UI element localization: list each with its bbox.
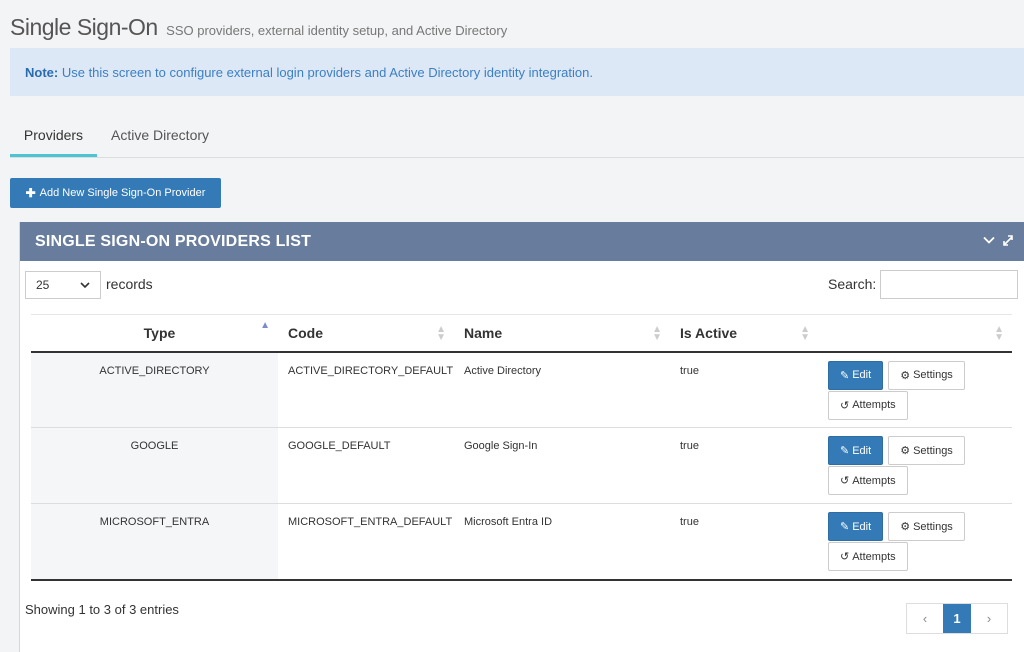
edit-icon: ✎ <box>840 369 850 382</box>
attempts-button[interactable]: ↺ Attempts <box>828 466 908 495</box>
page-header: Single Sign-On SSO providers, external i… <box>10 14 507 41</box>
sort-asc-icon: ▲ <box>260 320 270 331</box>
history-icon: ↺ <box>840 399 850 412</box>
note-banner: Note: Use this screen to configure exter… <box>10 48 1024 96</box>
panel-title: SINGLE SIGN-ON PROVIDERS LIST <box>35 233 312 250</box>
table-info: Showing 1 to 3 of 3 entries <box>25 602 179 617</box>
pagination-next[interactable]: › <box>971 604 1007 633</box>
column-header-code[interactable]: Code ▲ ▼ <box>278 314 454 353</box>
tab-providers-label: Providers <box>23 127 84 143</box>
sort-icon: ▲ ▼ <box>800 324 810 343</box>
edit-icon: ✎ <box>840 521 850 533</box>
gear-icon: ⚙ <box>900 521 911 533</box>
table-row: MICROSOFT_ENTRA MICROSOFT_ENTRA_DEFAULT … <box>31 503 1012 581</box>
table-row: GOOGLE GOOGLE_DEFAULT Google Sign-In tru… <box>31 427 1012 504</box>
plus-icon: ✚ <box>25 186 36 200</box>
edit-icon: ✎ <box>840 445 850 457</box>
gear-icon: ⚙ <box>900 369 911 382</box>
cell-code: MICROSOFT_ENTRA_DEFAULT <box>278 503 454 581</box>
cell-name: Google Sign-In <box>454 427 670 504</box>
edit-button[interactable]: ✎ Edit <box>828 436 884 465</box>
tab-active-directory[interactable]: Active Directory <box>111 118 209 157</box>
panel-header: SINGLE SIGN-ON PROVIDERS LIST <box>20 222 1024 261</box>
gear-icon: ⚙ <box>900 445 911 457</box>
column-is-active-label: Is Active <box>680 324 738 341</box>
settings-button[interactable]: ⚙ Settings <box>888 360 965 390</box>
column-header-is-active[interactable]: Is Active ▲ ▼ <box>670 314 818 353</box>
search-input[interactable] <box>880 270 1018 299</box>
cell-actions: ✎ Edit ⚙ Settings ↺ Attempts <box>818 427 1012 504</box>
column-header-name[interactable]: Name ▲ ▼ <box>454 314 670 353</box>
cell-code: GOOGLE_DEFAULT <box>278 427 454 504</box>
pagination: ‹ 1 › <box>906 603 1008 634</box>
column-name-label: Name <box>464 324 503 341</box>
collapse-icon[interactable] <box>982 233 996 247</box>
chevron-down-icon <box>80 282 90 289</box>
cell-actions: ✎ Edit ⚙ Settings ↺ Attempts <box>818 503 1012 581</box>
providers-panel: SINGLE SIGN-ON PROVIDERS LIST 25 records… <box>19 222 1024 652</box>
page-title: Single Sign-On <box>10 14 158 40</box>
tab-bar: Providers Active Directory <box>10 118 1024 158</box>
column-header-actions[interactable]: ▲ ▼ <box>818 314 1012 353</box>
page-subtitle: SSO providers, external identity setup, … <box>166 23 508 38</box>
add-provider-button[interactable]: ✚ Add New Single Sign-On Provider <box>10 178 221 208</box>
table-row: ACTIVE_DIRECTORY ACTIVE_DIRECTORY_DEFAUL… <box>31 351 1012 428</box>
note-text: Use this screen to configure external lo… <box>61 65 593 80</box>
page-length-value: 25 <box>36 278 50 292</box>
history-icon: ↺ <box>840 551 850 563</box>
cell-is-active: true <box>670 503 818 581</box>
edit-button[interactable]: ✎ Edit <box>828 360 884 390</box>
settings-button[interactable]: ⚙ Settings <box>888 436 965 465</box>
page-length-select[interactable]: 25 <box>25 271 101 299</box>
sort-icon: ▲ ▼ <box>436 324 446 343</box>
cell-type: MICROSOFT_ENTRA <box>31 503 278 581</box>
cell-code: ACTIVE_DIRECTORY_DEFAULT <box>278 351 454 428</box>
note-label: Note: <box>25 65 59 80</box>
edit-button[interactable]: ✎ Edit <box>828 512 884 541</box>
column-header-type[interactable]: Type ▲ <box>31 314 278 353</box>
column-code-label: Code <box>288 324 323 341</box>
cell-name: Active Directory <box>454 351 670 428</box>
tab-active-directory-label: Active Directory <box>111 127 210 143</box>
expand-icon[interactable] <box>1002 233 1014 247</box>
providers-table: Type ▲ Code ▲▼ Name ▲▼ Is Active ▲▼ ▲ <box>31 314 1012 581</box>
records-label: records <box>106 276 153 292</box>
pagination-page-1[interactable]: 1 <box>943 604 971 633</box>
search-label: Search: <box>828 276 877 292</box>
attempts-button[interactable]: ↺ Attempts <box>828 390 908 420</box>
cell-is-active: true <box>670 351 818 428</box>
table-header-row: Type ▲ Code ▲▼ Name ▲▼ Is Active ▲▼ ▲ <box>31 314 1012 353</box>
tab-providers[interactable]: Providers <box>10 118 97 157</box>
pagination-prev[interactable]: ‹ <box>907 604 943 633</box>
cell-is-active: true <box>670 427 818 504</box>
add-provider-label: Add New Single Sign-On Provider <box>39 187 206 199</box>
sort-icon: ▲ ▼ <box>652 324 662 343</box>
column-type-label: Type <box>143 324 176 341</box>
sort-icon: ▲ ▼ <box>994 324 1004 343</box>
cell-name: Microsoft Entra ID <box>454 503 670 581</box>
cell-actions: ✎ Edit ⚙ Settings ↺ Attempts <box>818 351 1012 428</box>
cell-type: ACTIVE_DIRECTORY <box>31 351 278 428</box>
cell-type: GOOGLE <box>31 427 278 504</box>
attempts-button[interactable]: ↺ Attempts <box>828 542 908 571</box>
settings-button[interactable]: ⚙ Settings <box>888 512 965 541</box>
panel-tools <box>982 233 1014 247</box>
history-icon: ↺ <box>840 475 850 487</box>
